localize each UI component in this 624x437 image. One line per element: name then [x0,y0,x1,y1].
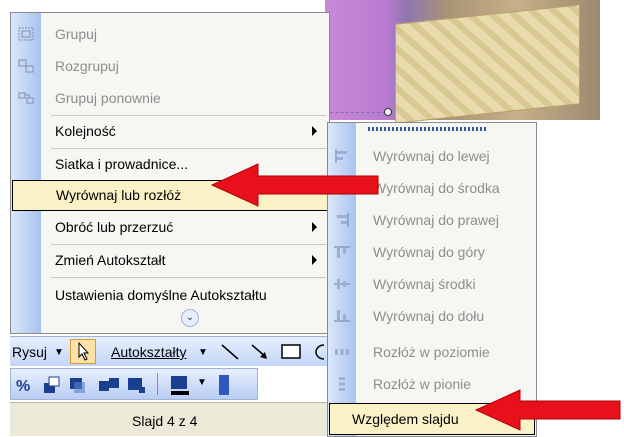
menu-item-label: Grupuj [55,26,98,42]
cursor-arrow-icon [78,341,90,361]
submenu-arrow-icon [312,222,317,232]
align-top-icon [334,246,350,258]
bring-forward-icon[interactable] [41,375,61,395]
oval-tool-icon[interactable] [310,343,326,361]
regroup-icon [18,92,34,104]
menu-item-ungroup[interactable]: Rozgrupuj [11,51,329,82]
submenu-item-align-top[interactable]: Wyrównaj do góry [328,236,536,268]
svg-text:%: % [16,378,30,394]
ungroup-icon [18,59,34,73]
annotation-arrow-submenu [474,389,621,431]
submenu-item-label: Wyrównaj do lewej [373,148,490,164]
submenu-item-align-middle[interactable]: Wyrównaj środki [328,268,536,300]
toolbar-options-icon[interactable] [219,375,229,395]
submenu-item-label: Rozłóż w poziomie [373,344,490,360]
screenshot-scene: Grupuj Rozgrupuj Grupuj ponownie Kolejno… [0,0,624,437]
menu-item-label: Kolejność [55,123,116,139]
line-color-dropdown-icon[interactable]: ▼ [197,377,207,388]
three-d-icon[interactable] [97,375,121,395]
align-middle-icon [334,279,350,289]
selection-handle[interactable] [384,108,392,116]
line-tool-icon[interactable] [220,343,240,361]
submenu-item-label: Względem slajdu [352,411,459,427]
align-left-icon [335,149,347,163]
submenu-item-label: Wyrównaj do dołu [373,308,485,324]
submenu-item-align-right[interactable]: Wyrównaj do prawej [328,204,536,236]
distribute-horizontal-icon [335,349,349,355]
drawing-toolbar: Rysuj ▼ Autokształty ▼ [10,336,328,366]
menu-item-rotate-flip[interactable]: Obróć lub przerzuć [11,212,329,243]
annotation-arrow-menu [210,163,379,207]
submenu-item-distribute-horizontal[interactable]: Rozłóż w poziomie [328,336,536,368]
draw-dropdown-icon[interactable]: ▼ [54,347,64,358]
rectangle-tool-icon[interactable] [280,343,302,361]
autoshapes-dropdown-icon[interactable]: ▼ [198,347,208,358]
submenu-item-label: Wyrównaj środki [373,276,476,292]
submenu-item-label: Wyrównaj do prawej [373,212,499,228]
menu-item-label: Zmień Autokształt [55,252,166,268]
align-bottom-icon [334,310,350,322]
submenu-item-label: Wyrównaj do góry [373,244,485,260]
shadow-icon[interactable] [67,375,87,395]
status-bar: Slajd 4 z 4 [10,402,328,436]
group-icon [18,27,34,41]
menu-item-regroup[interactable]: Grupuj ponownie [11,83,329,114]
percent-icon[interactable]: % [15,376,35,394]
menu-item-group[interactable]: Grupuj [11,19,329,50]
distribute-vertical-icon [339,377,345,391]
line-color-icon[interactable] [169,374,191,396]
menu-item-label: Wyrównaj lub rozłóż [56,187,182,203]
submenu-arrow-icon [312,126,317,136]
align-right-icon [337,213,349,227]
draw-menu-button[interactable]: Rysuj [12,344,47,360]
menu-item-autoshape-defaults[interactable]: Ustawienia domyślne Autokształtu [11,280,329,311]
menu-item-change-autoshape[interactable]: Zmień Autokształt [11,245,329,276]
select-objects-button[interactable] [70,339,96,364]
menu-item-order[interactable]: Kolejność [11,116,329,147]
submenu-arrow-icon [312,255,317,265]
menu-item-label: Ustawienia domyślne Autokształtu [55,287,267,303]
selection-line [325,107,385,113]
double-chevron-down-icon[interactable]: ⌄ [181,309,199,327]
menu-item-label: Grupuj ponownie [55,90,161,106]
submenu-item-align-bottom[interactable]: Wyrównaj do dołu [328,300,536,332]
submenu-item-label: Rozłóż w pionie [373,376,472,392]
menu-separator [51,277,326,278]
menu-item-label: Siatka i prowadnice... [55,156,189,172]
fill-color-icon[interactable] [125,375,147,395]
submenu-item-label: Wyrównaj do środka [373,180,500,196]
autoshapes-button[interactable]: Autokształty [111,344,186,360]
slide-counter: Slajd 4 z 4 [132,413,198,429]
formatting-toolbar: % ▼ [10,368,258,400]
menu-item-label: Obróć lub przerzuć [55,219,174,235]
toolbar-separator [157,373,158,395]
submenu-drag-handle[interactable] [368,127,488,131]
slide-photo-object [395,4,580,124]
arrow-tool-icon[interactable] [250,343,270,361]
menu-item-label: Rozgrupuj [55,58,119,74]
